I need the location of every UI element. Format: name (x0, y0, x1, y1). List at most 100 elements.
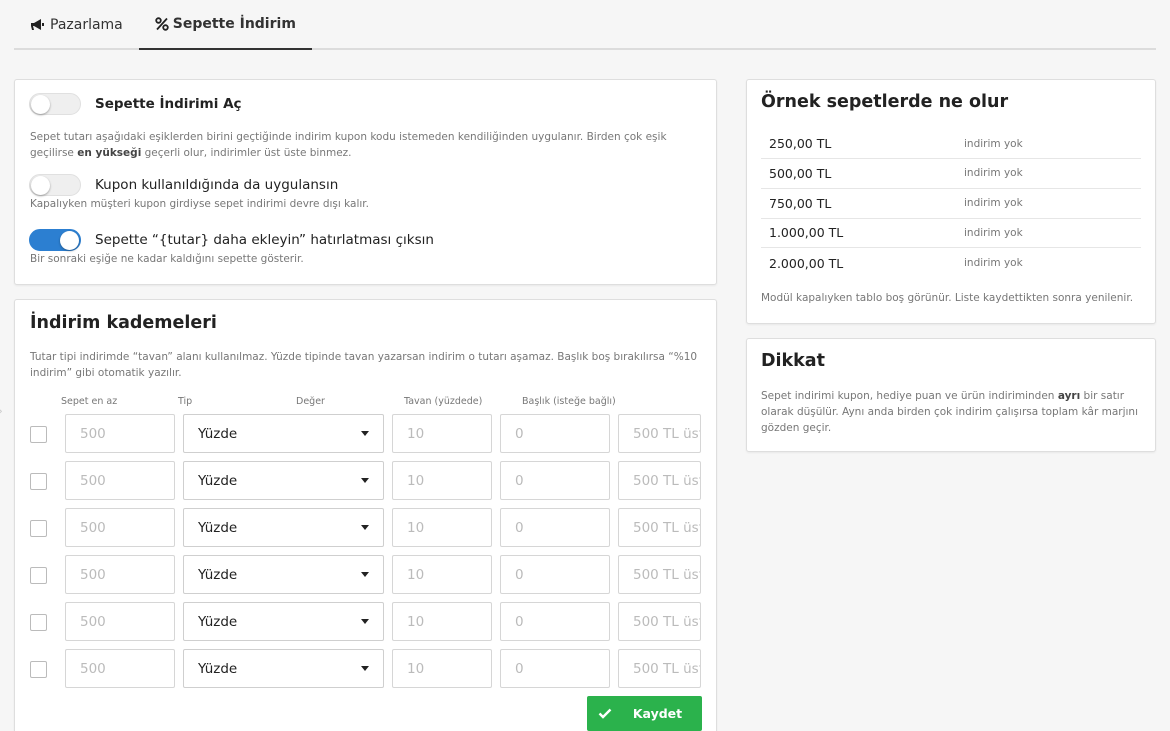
tab-sepette-indirim[interactable]: Sepette İndirim (138, 0, 312, 50)
min-amount-input[interactable]: 500 (65, 602, 175, 641)
examples-title: Örnek sepetlerde ne olur (761, 92, 1009, 112)
tier-row-checkbox[interactable] (30, 520, 47, 537)
type-select[interactable]: Yüzde (183, 508, 384, 547)
example-amount: 750,00 TL (769, 195, 832, 211)
example-row: 750,00 TL indirim yok (761, 189, 1141, 219)
caret-down-icon (361, 478, 369, 483)
value-input[interactable]: 10 (392, 461, 492, 500)
tab-pazarlama[interactable]: Pazarlama (14, 0, 139, 50)
enable-label: Sepette İndirimi Aç (95, 96, 242, 112)
title-input[interactable]: 500 TL üstü (618, 508, 701, 547)
example-result: indirim yok (964, 137, 1023, 150)
settings-card: Sepette İndirimi Aç Sepet tutarı aşağıda… (14, 79, 717, 285)
enable-description: Sepet tutarı aşağıdaki eşiklerden birini… (30, 131, 667, 159)
value-input[interactable]: 10 (392, 555, 492, 594)
tier-row: 500 Yüzde 100500 TL üstü (15, 555, 718, 595)
col-head-title: Başlık (isteğe bağlı) (522, 396, 616, 407)
check-icon (598, 708, 612, 719)
reminder-help: Bir sonraki eşiğe ne kadar kaldığını sep… (30, 253, 304, 265)
min-amount-input[interactable]: 500 (65, 649, 175, 688)
title-input[interactable]: 500 TL üstü (618, 555, 701, 594)
tiers-title: İndirim kademeleri (30, 313, 217, 333)
tier-row-checkbox[interactable] (30, 426, 47, 443)
tier-row: 500 Yüzde 100500 TL üstü (15, 602, 718, 642)
examples-card: Örnek sepetlerde ne olur 250,00 TL indiri… (746, 79, 1156, 324)
title-input[interactable]: 500 TL üstü (618, 414, 701, 453)
type-select[interactable]: Yüzde (183, 461, 384, 500)
value-input[interactable]: 10 (392, 649, 492, 688)
tier-row-checkbox[interactable] (30, 614, 47, 631)
example-row: 250,00 TL indirim yok (761, 129, 1141, 159)
min-amount-input[interactable]: 500 (65, 508, 175, 547)
examples-note: Modül kapalıyken tablo boş görünür. List… (761, 292, 1134, 304)
type-select-value: Yüzde (198, 613, 238, 630)
tier-row-checkbox[interactable] (30, 661, 47, 678)
title-input[interactable]: 500 TL üstü (618, 649, 701, 688)
min-amount-input[interactable]: 500 (65, 555, 175, 594)
example-row: 500,00 TL indirim yok (761, 159, 1141, 189)
col-head-type: Tip (178, 396, 193, 407)
example-amount: 1.000,00 TL (769, 225, 844, 241)
tier-row: 500 Yüzde 100500 TL üstü (15, 508, 718, 548)
warning-text: Sepet indirimi kupon, hediye puan ve ürü… (761, 390, 1138, 434)
coupon-toggle[interactable] (29, 174, 81, 196)
cap-input[interactable]: 0 (500, 461, 610, 500)
type-select-value: Yüzde (198, 566, 238, 583)
warning-title: Dikkat (761, 351, 825, 371)
warning-card: Dikkat Sepet indirimi kupon, hediye puan… (746, 338, 1156, 452)
megaphone-icon (31, 19, 44, 30)
save-label: Kaydet (632, 706, 683, 721)
cap-input[interactable]: 0 (500, 508, 610, 547)
type-select-value: Yüzde (198, 425, 238, 442)
coupon-label: Kupon kullanıldığında da uygulansın (95, 177, 339, 193)
type-select-value: Yüzde (198, 472, 238, 489)
title-input[interactable]: 500 TL üstü (618, 461, 701, 500)
example-result: indirim yok (964, 167, 1023, 180)
caret-down-icon (361, 572, 369, 577)
caret-down-icon (361, 431, 369, 436)
value-input[interactable]: 10 (392, 602, 492, 641)
reminder-toggle[interactable] (29, 229, 81, 251)
type-select-value: Yüzde (198, 519, 238, 536)
example-amount: 2.000,00 TL (769, 255, 844, 271)
cap-input[interactable]: 0 (500, 602, 610, 641)
cap-input[interactable]: 0 (500, 649, 610, 688)
min-amount-input[interactable]: 500 (65, 461, 175, 500)
example-row: 2.000,00 TL indirim yok (761, 248, 1141, 278)
title-input[interactable]: 500 TL üstü (618, 602, 701, 641)
percent-icon (155, 17, 169, 31)
caret-down-icon (361, 666, 369, 671)
cap-input[interactable]: 0 (500, 414, 610, 453)
min-amount-input[interactable]: 500 (65, 414, 175, 453)
type-select[interactable]: Yüzde (183, 602, 384, 641)
example-amount: 250,00 TL (769, 136, 832, 151)
save-button[interactable]: Kaydet (587, 696, 702, 731)
enable-toggle[interactable] (29, 93, 81, 115)
tab-label: Sepette İndirim (172, 16, 296, 32)
tab-bar: Pazarlama Sepette İndirim (14, 0, 1156, 50)
example-result: indirim yok (964, 257, 1023, 270)
example-result: indirim yok (964, 197, 1023, 210)
type-select-value: Yüzde (198, 660, 238, 677)
tiers-description: Tutar tipi indirimde “tavan” alanı kulla… (30, 351, 698, 379)
value-input[interactable]: 10 (392, 508, 492, 547)
cap-input[interactable]: 0 (500, 555, 610, 594)
tier-row-checkbox[interactable] (30, 567, 47, 584)
tiers-card: İndirim kademeleri Tutar tipi indirimde … (14, 299, 717, 731)
reminder-label: Sepette “{tutar} daha ekleyin” hatırlatm… (95, 232, 434, 248)
coupon-help: Kapalıyken müşteri kupon girdiyse sepet … (30, 198, 369, 210)
value-input[interactable]: 10 (392, 414, 492, 453)
tier-row: 500 Yüzde 100500 TL üstü (15, 414, 718, 454)
example-amount: 500,00 TL (769, 165, 832, 181)
col-head-cap: Tavan (yüzdede) (404, 396, 483, 407)
caret-down-icon (361, 525, 369, 530)
example-result: indirim yok (964, 226, 1023, 239)
tab-label: Pazarlama (50, 17, 123, 33)
type-select[interactable]: Yüzde (183, 649, 384, 688)
tier-row-checkbox[interactable] (30, 473, 47, 490)
type-select[interactable]: Yüzde (183, 414, 384, 453)
type-select[interactable]: Yüzde (183, 555, 384, 594)
collapse-handle-icon[interactable]: › (0, 404, 3, 418)
col-head-min: Sepet en az (61, 396, 118, 407)
tier-row: 500 Yüzde 100500 TL üstü (15, 649, 718, 689)
